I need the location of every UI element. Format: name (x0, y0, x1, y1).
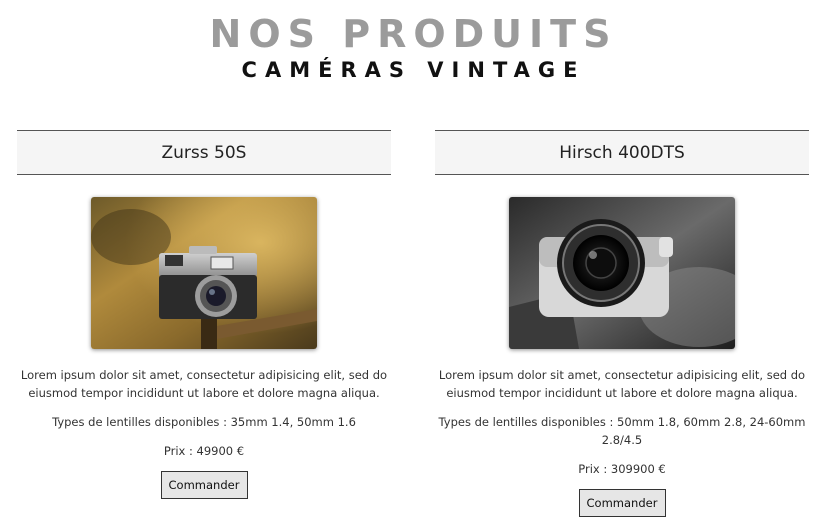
product-description: Lorem ipsum dolor sit amet, consectetur … (20, 368, 388, 400)
order-button[interactable]: Commander (160, 471, 248, 499)
product-lenses: Types de lentilles disponibles : 35mm 1.… (52, 415, 356, 429)
product-photo-camera-bw (509, 197, 735, 349)
page-title: NOS PRODUITS (209, 12, 618, 56)
product-card: Zurss 50S Lorem ipsum dolor sit amet, co… (17, 130, 391, 499)
product-name: Hirsch 400DTS (435, 130, 809, 175)
product-photo-camera-warm (91, 197, 317, 349)
product-description: Lorem ipsum dolor sit amet, consectetur … (438, 368, 806, 400)
product-price: Prix : 49900 € (163, 444, 245, 458)
product-price: Prix : 309900 € (578, 462, 666, 476)
page-subtitle: CAMÉRAS VINTAGE (241, 58, 586, 82)
product-card: Hirsch 400DTS Lorem ipsum dolor sit amet… (435, 130, 809, 517)
product-lenses: Types de lentilles disponibles : 50mm 1.… (438, 415, 806, 447)
order-button[interactable]: Commander (578, 489, 666, 517)
product-name: Zurss 50S (17, 130, 391, 175)
